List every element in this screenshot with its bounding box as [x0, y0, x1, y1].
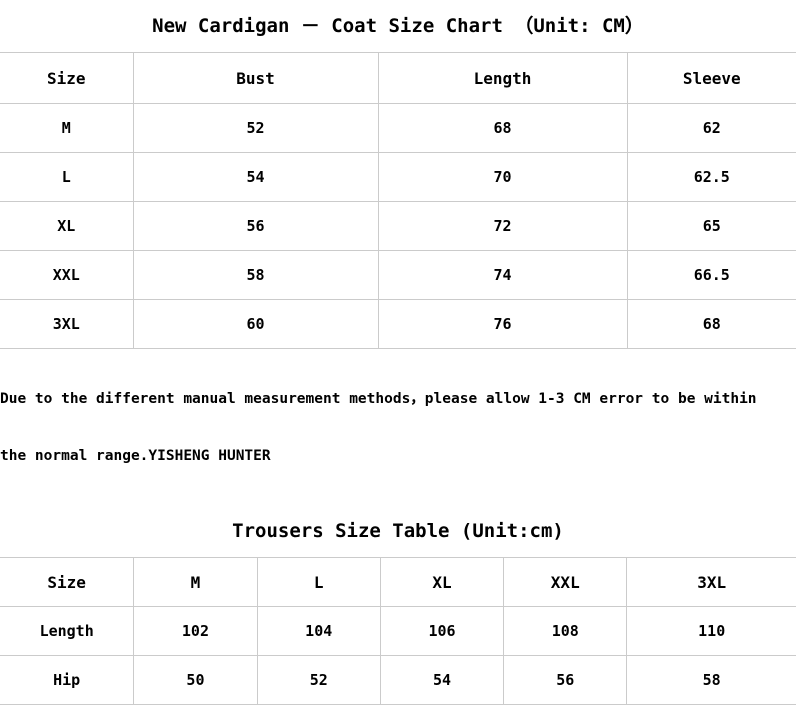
coat-cell-size: 3XL: [0, 299, 134, 349]
table-row: XL 56 72 65: [0, 201, 796, 251]
trousers-chart-title: Trousers Size Table (Unit:cm): [232, 520, 564, 542]
coat-header-length: Length: [377, 52, 628, 104]
coat-cell-sleeve: 66.5: [626, 250, 796, 300]
coat-table-header-row: Size Bust Length Sleeve: [0, 52, 796, 104]
trousers-cell-xxl: 108: [503, 606, 628, 656]
coat-chart-title: New Cardigan － Coat Size Chart （Unit: CM…: [152, 15, 644, 37]
trousers-cell-m: 102: [133, 606, 258, 656]
coat-cell-bust: 52: [132, 103, 379, 153]
coat-cell-sleeve: 68: [626, 299, 796, 349]
coat-header-bust: Bust: [132, 52, 379, 104]
coat-cell-bust: 60: [132, 299, 379, 349]
trousers-header-xxl: XXL: [503, 557, 628, 607]
coat-cell-bust: 54: [132, 152, 379, 202]
table-row: 3XL 60 76 68: [0, 299, 796, 349]
table-row: Hip 50 52 54 56 58: [0, 655, 796, 705]
trousers-cell-xl: 106: [379, 606, 505, 656]
trousers-row-label: Hip: [0, 655, 135, 705]
coat-cell-length: 70: [377, 152, 628, 202]
coat-cell-sleeve: 62.5: [626, 152, 796, 202]
measurement-note: Due to the different manual measurement …: [0, 349, 796, 505]
coat-cell-length: 76: [377, 299, 628, 349]
trousers-cell-3xl: 110: [626, 606, 796, 656]
coat-cell-size: L: [0, 152, 134, 202]
measurement-note-line-1: Due to the different manual measurement …: [0, 391, 757, 407]
coat-cell-sleeve: 62: [626, 103, 796, 153]
trousers-header-size: Size: [0, 557, 135, 607]
trousers-table-header-row: Size M L XL XXL 3XL: [0, 557, 796, 607]
coat-header-size: Size: [0, 52, 134, 104]
trousers-cell-xxl: 56: [503, 655, 628, 705]
coat-cell-size: M: [0, 103, 134, 153]
trousers-header-3xl: 3XL: [626, 557, 796, 607]
coat-cell-size: XXL: [0, 250, 134, 300]
table-row: XXL 58 74 66.5: [0, 250, 796, 300]
coat-cell-sleeve: 65: [626, 201, 796, 251]
trousers-row-label: Length: [0, 606, 135, 656]
trousers-header-m: M: [133, 557, 258, 607]
coat-cell-length: 72: [377, 201, 628, 251]
coat-cell-size: XL: [0, 201, 134, 251]
trousers-cell-l: 104: [256, 606, 381, 656]
trousers-cell-m: 50: [133, 655, 258, 705]
coat-size-table: Size Bust Length Sleeve M 52 68 62 L 54 …: [0, 52, 796, 349]
trousers-cell-l: 52: [256, 655, 381, 705]
measurement-note-line-2: the normal range.YISHENG HUNTER: [0, 448, 271, 464]
table-row: L 54 70 62.5: [0, 152, 796, 202]
trousers-header-xl: XL: [379, 557, 505, 607]
coat-cell-bust: 58: [132, 250, 379, 300]
coat-header-sleeve: Sleeve: [626, 52, 796, 104]
coat-cell-bust: 56: [132, 201, 379, 251]
size-chart-page: New Cardigan － Coat Size Chart （Unit: CM…: [0, 0, 796, 705]
coat-cell-length: 74: [377, 250, 628, 300]
trousers-cell-xl: 54: [379, 655, 505, 705]
trousers-size-table: Size M L XL XXL 3XL Length 102 104 106 1…: [0, 557, 796, 705]
trousers-cell-3xl: 58: [626, 655, 796, 705]
coat-cell-length: 68: [377, 103, 628, 153]
trousers-header-l: L: [256, 557, 381, 607]
table-row: M 52 68 62: [0, 103, 796, 153]
table-row: Length 102 104 106 108 110: [0, 606, 796, 656]
